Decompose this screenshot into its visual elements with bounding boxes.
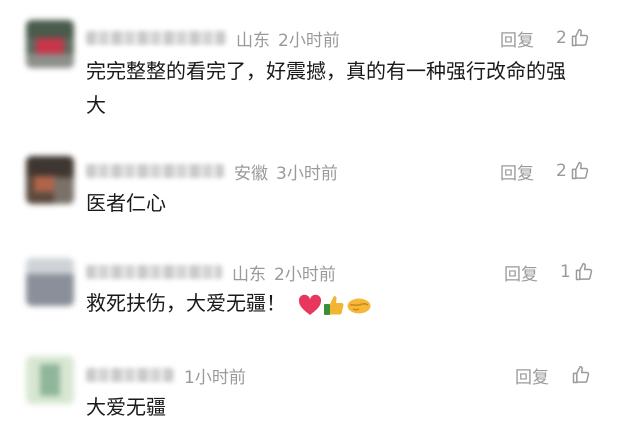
comment-text-line: 完完整整的看完了，好震撼，真的有一种强行改命的强 <box>86 59 566 83</box>
username-blurred[interactable] <box>86 368 174 382</box>
comment-actions: 回复 2 <box>500 23 590 53</box>
comment-location: 安徽 <box>234 163 268 184</box>
avatar[interactable] <box>26 20 74 68</box>
comment-item: 1小时前 回复 大爱无疆 <box>0 350 640 441</box>
comment-item: 山东 2小时前 回复 2 完完整整的看完了，好震撼，真的有一种强行改命的强 大 <box>0 0 640 150</box>
red-heart-icon <box>299 294 322 315</box>
reply-button[interactable]: 回复 <box>500 26 534 51</box>
like-count: 2 <box>556 161 567 181</box>
emoji-group <box>298 294 373 316</box>
comment-text-content: 救死扶伤，大爱无疆！ <box>86 291 286 315</box>
like-button[interactable]: 1 <box>560 262 594 282</box>
thumbs-up-icon <box>324 295 344 315</box>
avatar[interactable] <box>26 356 74 404</box>
reply-button[interactable]: 回复 <box>500 159 534 184</box>
thumbs-up-outline-icon <box>575 262 593 281</box>
thumbs-up-outline-icon <box>572 365 590 384</box>
comment-text: 大爱无疆 <box>86 395 166 419</box>
comment-actions: 回复 2 <box>500 156 590 186</box>
comment-time: 3小时前 <box>276 163 338 184</box>
comment-meta: 山东 2小时前 <box>86 23 340 53</box>
username-blurred[interactable] <box>86 265 222 279</box>
comment-text: 完完整整的看完了，好震撼，真的有一种强行改命的强 大 <box>86 54 606 122</box>
comment-item: 安徽 3小时前 回复 2 医者仁心 <box>0 150 640 250</box>
thumbs-up-outline-icon <box>571 28 589 47</box>
avatar[interactable] <box>26 156 74 204</box>
comment-location: 山东 <box>236 30 270 51</box>
comment-meta: 1小时前 <box>86 360 246 390</box>
like-count: 1 <box>560 262 571 282</box>
like-button[interactable]: 2 <box>556 28 590 48</box>
comment-meta: 安徽 3小时前 <box>86 156 338 186</box>
like-button[interactable]: 2 <box>556 161 590 181</box>
comment-time: 2小时前 <box>274 264 336 285</box>
like-button[interactable] <box>571 365 591 385</box>
thumbs-up-outline-icon <box>571 161 589 180</box>
reply-button[interactable]: 回复 <box>515 363 549 388</box>
handshake-icon <box>347 298 371 313</box>
comment-item: 山东 2小时前 回复 1 救死扶伤，大爱无疆！ <box>0 250 640 350</box>
reply-button[interactable]: 回复 <box>504 260 538 285</box>
avatar[interactable] <box>26 258 74 306</box>
comment-text: 医者仁心 <box>86 191 166 215</box>
comment-text-line: 大 <box>86 93 106 117</box>
comment-time: 2小时前 <box>278 30 340 51</box>
comment-actions: 回复 <box>515 360 591 390</box>
comment-actions: 回复 1 <box>504 257 594 287</box>
comment-location: 山东 <box>232 264 266 285</box>
comment-time: 1小时前 <box>184 367 246 388</box>
comment-text: 救死扶伤，大爱无疆！ <box>86 286 606 320</box>
like-count: 2 <box>556 28 567 48</box>
comment-meta: 山东 2小时前 <box>86 257 336 287</box>
username-blurred[interactable] <box>86 31 226 45</box>
username-blurred[interactable] <box>86 164 224 178</box>
